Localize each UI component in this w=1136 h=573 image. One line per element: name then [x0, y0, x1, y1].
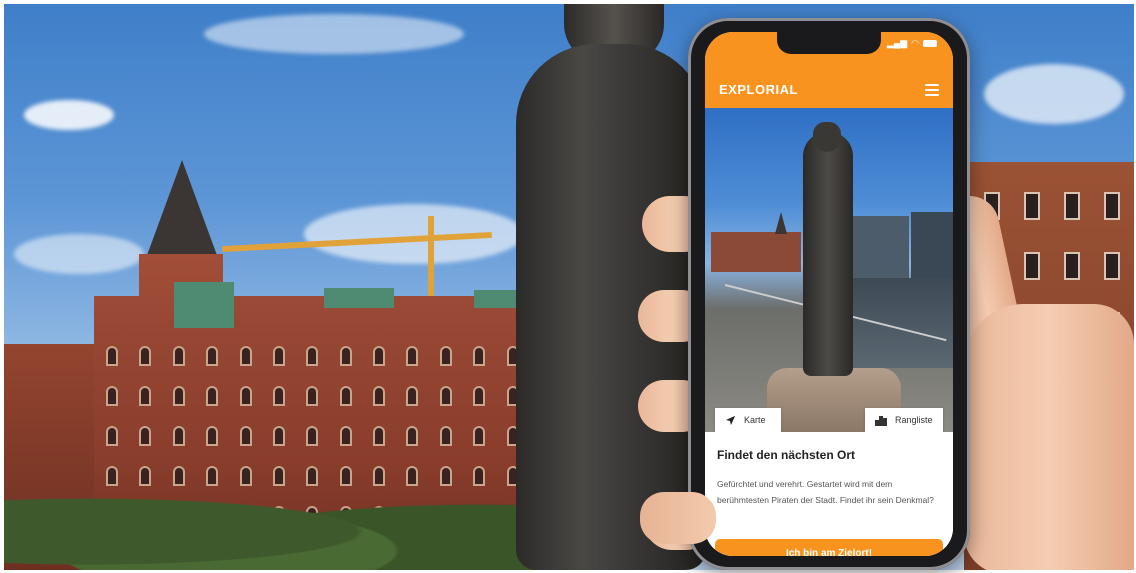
smartphone: ▂▄▆ ◠ EXPLORIAL Karte Rangliste Findet d…: [688, 18, 970, 570]
phone-screen: ▂▄▆ ◠ EXPLORIAL Karte Rangliste Findet d…: [705, 32, 953, 556]
signal-icon: ▂▄▆: [886, 38, 908, 48]
wifi-icon: ◠: [911, 38, 919, 48]
task-title: Findet den nächsten Ort: [717, 448, 856, 462]
map-button-label: Karte: [744, 415, 766, 425]
app-logo: EXPLORIAL: [719, 82, 798, 97]
thumb: [640, 492, 716, 544]
phone-notch: [777, 32, 881, 54]
tower-spire: [146, 160, 218, 258]
leaderboard-button-label: Rangliste: [895, 415, 933, 425]
crane-mast: [428, 216, 434, 296]
battery-icon: [923, 40, 937, 47]
hamburger-icon[interactable]: [925, 84, 939, 96]
cloud: [14, 234, 144, 274]
task-card: Findet den nächsten Ort Gefürchtet und v…: [705, 432, 953, 556]
status-bar: ▂▄▆ ◠: [887, 38, 937, 49]
trees: [4, 474, 564, 570]
arrived-button[interactable]: Ich bin am Zielort!: [715, 539, 943, 556]
podium-icon: [875, 415, 887, 426]
cloud: [24, 100, 114, 130]
navigation-arrow-icon: [725, 415, 736, 425]
leaderboard-button[interactable]: Rangliste: [865, 408, 943, 432]
cloud: [204, 14, 464, 54]
location-photo: Karte Rangliste: [705, 108, 953, 432]
task-description: Gefürchtet und verehrt. Gestartet wird m…: [717, 479, 934, 505]
cloud: [984, 64, 1124, 124]
statue-in-photo: [803, 132, 853, 376]
map-button[interactable]: Karte: [715, 408, 781, 432]
